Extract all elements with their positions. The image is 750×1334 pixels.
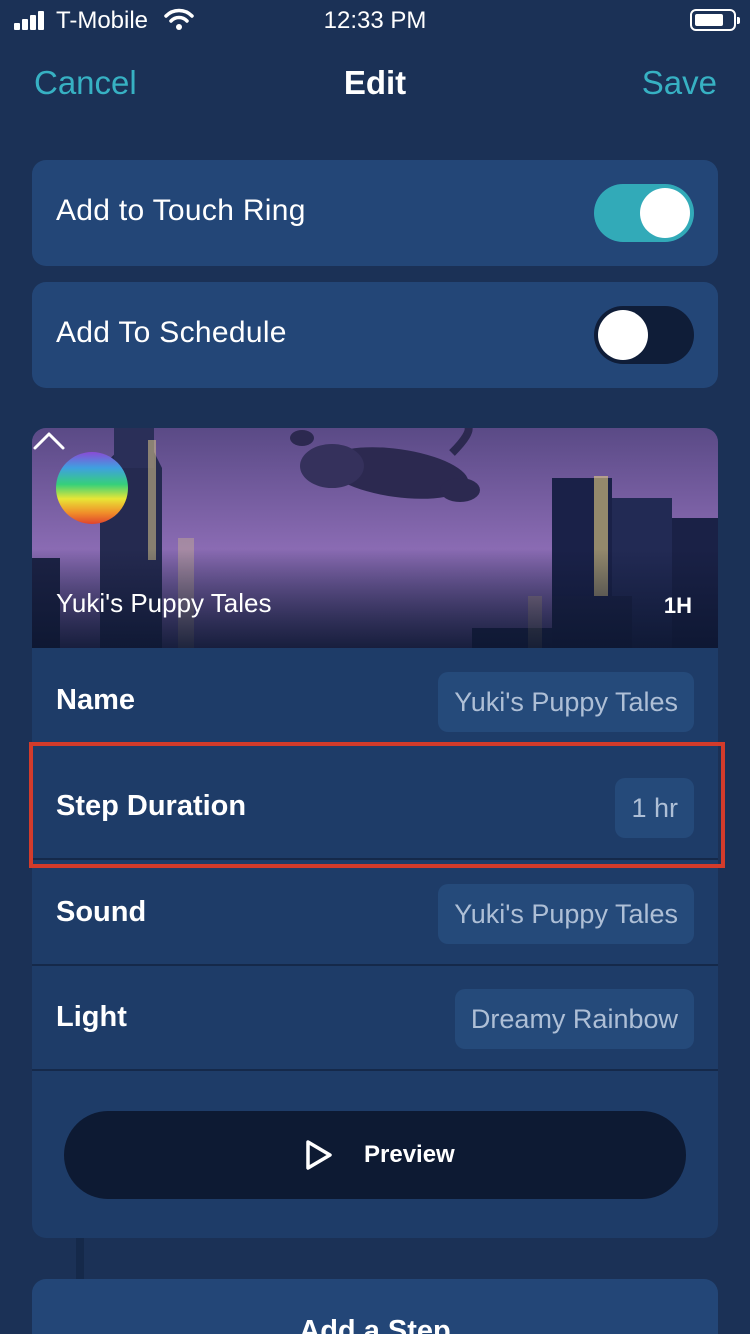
light-row: Light Dreamy Rainbow (32, 965, 718, 1071)
status-bar: T-Mobile 12:33 PM (0, 0, 750, 40)
name-field[interactable]: Yuki's Puppy Tales (438, 672, 694, 732)
touch-ring-toggle-row: Add to Touch Ring (32, 160, 718, 266)
duration-badge: 1H (663, 593, 692, 618)
page-title: Edit (343, 64, 407, 101)
nav-bar: Cancel Edit Save (0, 60, 750, 110)
touch-ring-switch[interactable] (594, 184, 694, 242)
add-step-label: Add a Step (299, 1315, 451, 1334)
content-card: Yuki's Puppy Tales 1H Name Yuki's Puppy … (32, 428, 718, 1238)
name-label: Name (56, 684, 135, 716)
rainbow-light-icon (56, 452, 128, 524)
name-row: Name Yuki's Puppy Tales (32, 648, 718, 754)
schedule-switch[interactable] (594, 306, 694, 364)
content-title: Yuki's Puppy Tales (56, 588, 272, 618)
add-step-button[interactable]: Add a Step (32, 1279, 718, 1334)
sound-row: Sound Yuki's Puppy Tales (32, 860, 718, 966)
light-label: Light (56, 1001, 127, 1033)
sound-field[interactable]: Yuki's Puppy Tales (438, 884, 694, 944)
touch-ring-label: Add to Touch Ring (56, 194, 306, 227)
play-icon (306, 1140, 332, 1170)
sound-label: Sound (56, 896, 147, 928)
row-divider (32, 1069, 718, 1071)
step-duration-label: Step Duration (56, 790, 247, 822)
clock: 12:33 PM (323, 7, 427, 34)
save-button[interactable]: Save (642, 64, 717, 102)
content-hero[interactable]: Yuki's Puppy Tales 1H (32, 428, 718, 648)
switch-knob (598, 310, 648, 360)
preview-button[interactable]: Preview (64, 1111, 686, 1199)
schedule-toggle-row: Add To Schedule (32, 282, 718, 388)
preview-label: Preview (364, 1141, 455, 1168)
schedule-label: Add To Schedule (56, 316, 287, 349)
chevron-up-icon[interactable] (32, 428, 66, 452)
switch-knob (640, 188, 690, 238)
light-field[interactable]: Dreamy Rainbow (454, 989, 694, 1049)
step-duration-field[interactable]: 1 hr (615, 778, 694, 838)
timeline-connector (76, 1238, 84, 1280)
battery-icon (690, 9, 740, 31)
step-duration-row: Step Duration 1 hr (32, 754, 718, 860)
